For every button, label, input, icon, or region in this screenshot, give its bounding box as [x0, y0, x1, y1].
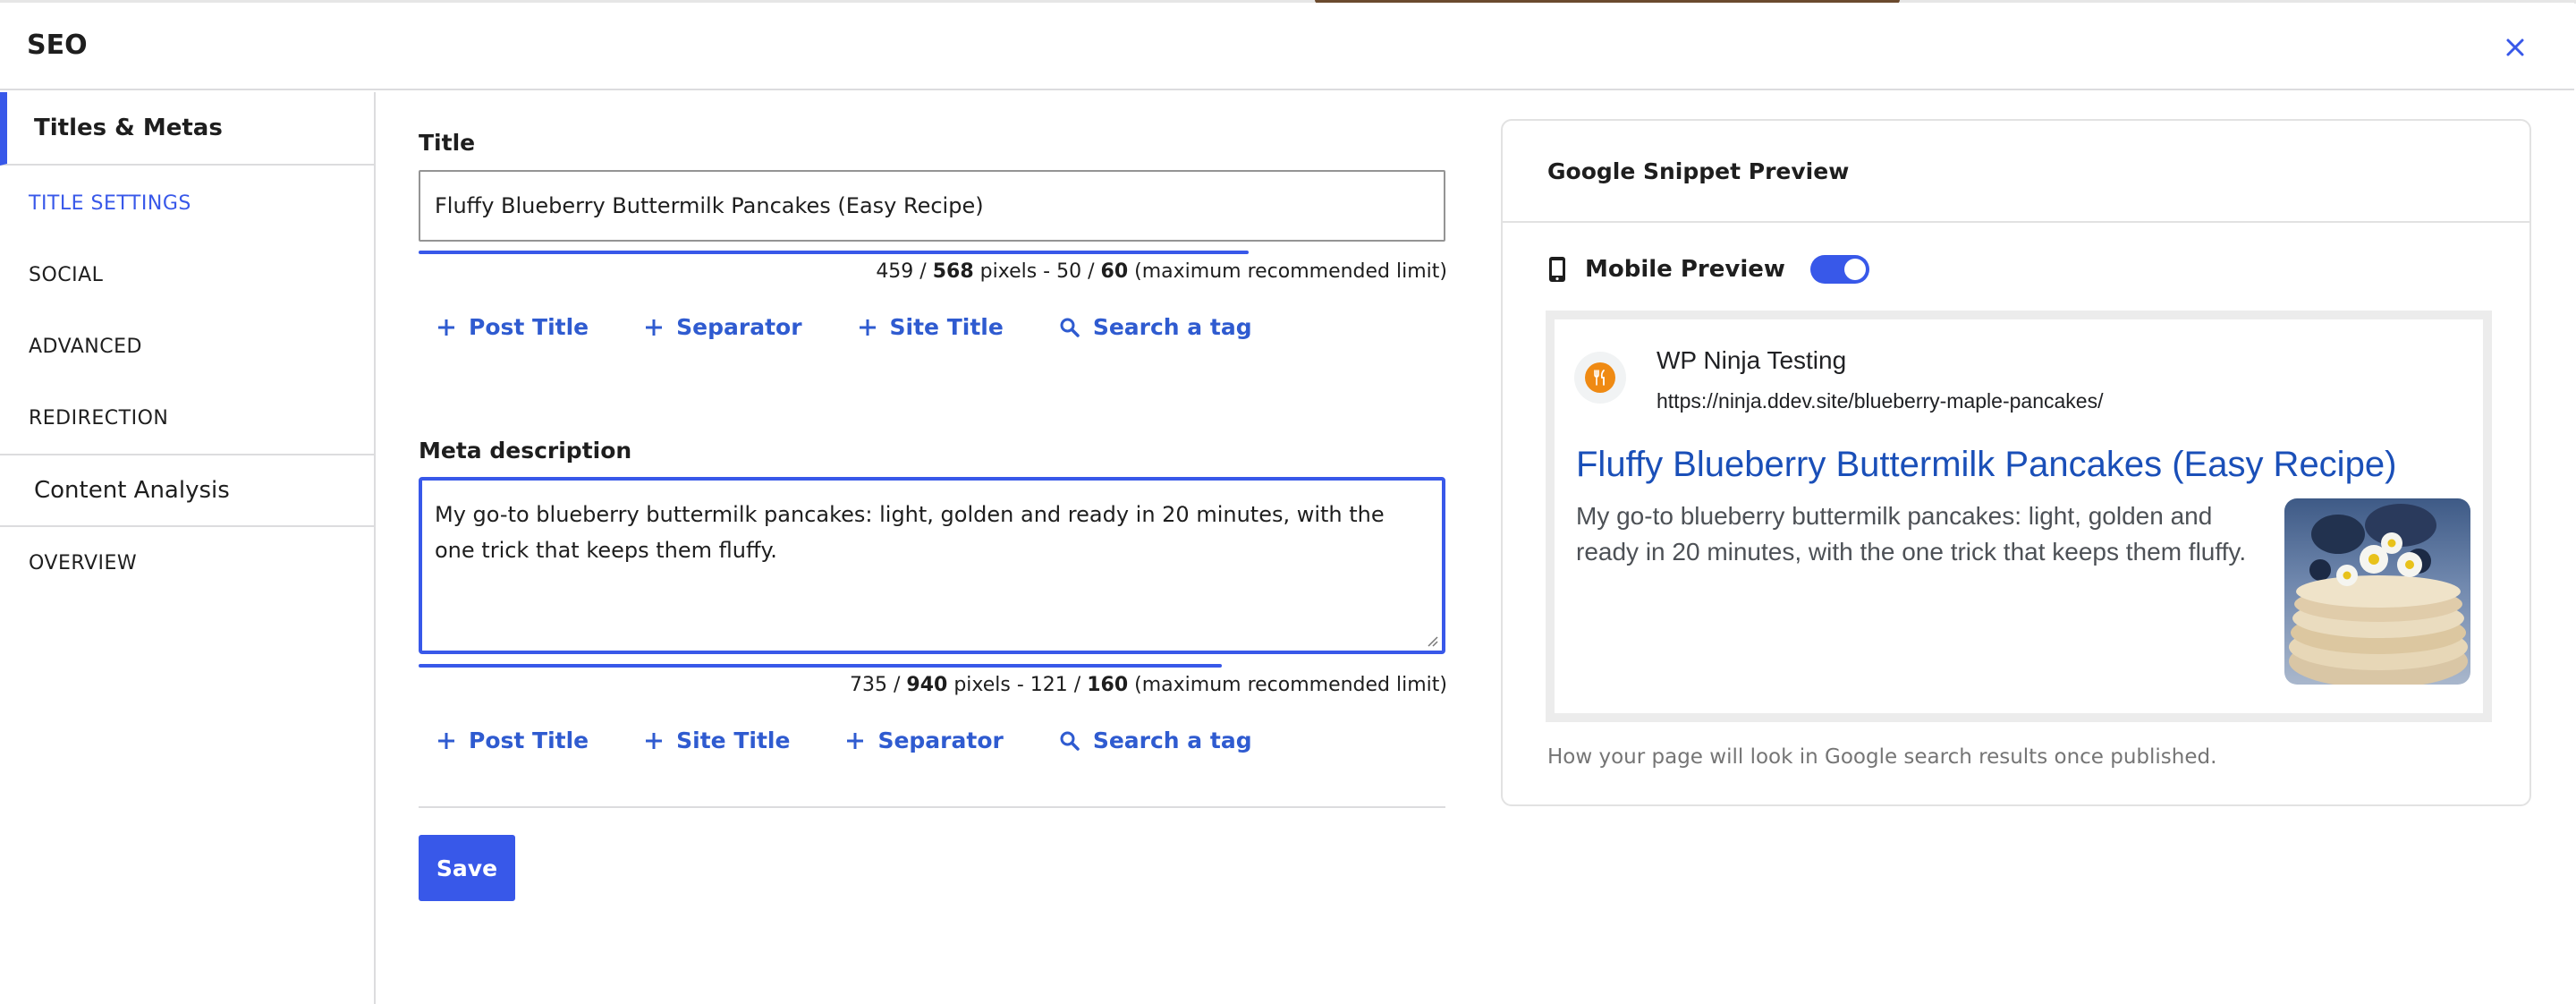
snippet-title-link[interactable]: Fluffy Blueberry Buttermilk Pancakes (Ea…: [1576, 445, 2396, 485]
site-favicon: [1574, 352, 1626, 404]
plus-icon: [646, 319, 663, 336]
save-button[interactable]: Save: [419, 835, 515, 901]
title-input[interactable]: Fluffy Blueberry Buttermilk Pancakes (Ea…: [419, 170, 1445, 242]
snippet-thumbnail: [2284, 498, 2470, 685]
sidebar: Titles & Metas TITLE SETTINGS SOCIAL ADV…: [0, 92, 376, 1004]
sidebar-item-overview[interactable]: OVERVIEW: [0, 527, 374, 599]
mobile-preview-row: Mobile Preview: [1547, 255, 1869, 284]
resize-handle-icon[interactable]: [1426, 634, 1438, 647]
meta-counter: 735 / 940 pixels - 121 / 160 (maximum re…: [850, 674, 1447, 696]
title-label: Title: [419, 130, 476, 156]
add-site-title-tag-button[interactable]: Site Title: [858, 314, 1004, 340]
sidebar-section-content-analysis[interactable]: Content Analysis: [0, 454, 374, 527]
mobile-preview-toggle[interactable]: [1809, 255, 1869, 284]
plus-icon: [438, 732, 454, 749]
sidebar-section-titles-metas[interactable]: Titles & Metas: [0, 92, 374, 166]
close-icon: [2506, 38, 2524, 56]
add-separator-tag-button[interactable]: Separator: [845, 727, 1004, 753]
title-progress-fill: [419, 251, 1249, 254]
form-divider: [419, 806, 1445, 808]
sidebar-item-advanced[interactable]: ADVANCED: [0, 311, 374, 382]
meta-progress-track: [419, 664, 1445, 668]
toggle-knob: [1843, 259, 1866, 280]
modal-title: SEO: [27, 30, 88, 61]
mobile-phone-icon: [1549, 257, 1565, 282]
title-counter: 459 / 568 pixels - 50 / 60 (maximum reco…: [876, 260, 1447, 283]
search-tag-button[interactable]: Search a tag: [1059, 727, 1252, 753]
snippet-url: https://ninja.ddev.site/blueberry-maple-…: [1657, 389, 2104, 413]
sidebar-item-redirection[interactable]: REDIRECTION: [0, 382, 374, 454]
search-tag-button[interactable]: Search a tag: [1059, 314, 1252, 340]
preview-heading: Google Snippet Preview: [1503, 121, 2529, 223]
modal-header: SEO: [0, 3, 2574, 90]
meta-description-textarea[interactable]: My go-to blueberry buttermilk pancakes: …: [419, 477, 1445, 654]
fork-knife-icon: [1594, 370, 1605, 386]
snippet-site-name: WP Ninja Testing: [1657, 346, 1847, 374]
plus-icon: [646, 732, 663, 749]
title-tag-buttons: Post Title Separator Site Title Search a…: [436, 314, 1252, 340]
mobile-preview-label: Mobile Preview: [1585, 256, 1785, 283]
google-snippet-preview-card: Google Snippet Preview Mobile Preview WP…: [1501, 119, 2531, 806]
plus-icon: [859, 319, 876, 336]
meta-tag-buttons: Post Title Site Title Separator Search a…: [436, 727, 1252, 753]
add-separator-tag-button[interactable]: Separator: [644, 314, 802, 340]
seo-modal: SEO Titles & Metas TITLE SETTINGS SOCIAL…: [0, 3, 2574, 1004]
plus-icon: [438, 319, 454, 336]
snippet-description: My go-to blueberry buttermilk pancakes: …: [1576, 502, 2247, 566]
title-progress-track: [419, 251, 1445, 254]
title-input-value: Fluffy Blueberry Buttermilk Pancakes (Ea…: [435, 193, 984, 218]
sidebar-item-title-settings[interactable]: TITLE SETTINGS: [0, 167, 374, 239]
add-site-title-tag-button[interactable]: Site Title: [644, 727, 790, 753]
add-post-title-tag-button[interactable]: Post Title: [436, 314, 589, 340]
meta-progress-fill: [419, 664, 1222, 668]
close-button[interactable]: [2496, 28, 2535, 67]
meta-description-label: Meta description: [419, 438, 632, 464]
add-post-title-tag-button[interactable]: Post Title: [436, 727, 589, 753]
plus-icon: [847, 732, 864, 749]
preview-note: How your page will look in Google search…: [1547, 745, 2217, 769]
search-icon: [1060, 318, 1080, 337]
google-snippet: WP Ninja Testing https://ninja.ddev.site…: [1546, 311, 2492, 722]
search-icon: [1060, 731, 1080, 751]
sidebar-item-social[interactable]: SOCIAL: [0, 239, 374, 311]
